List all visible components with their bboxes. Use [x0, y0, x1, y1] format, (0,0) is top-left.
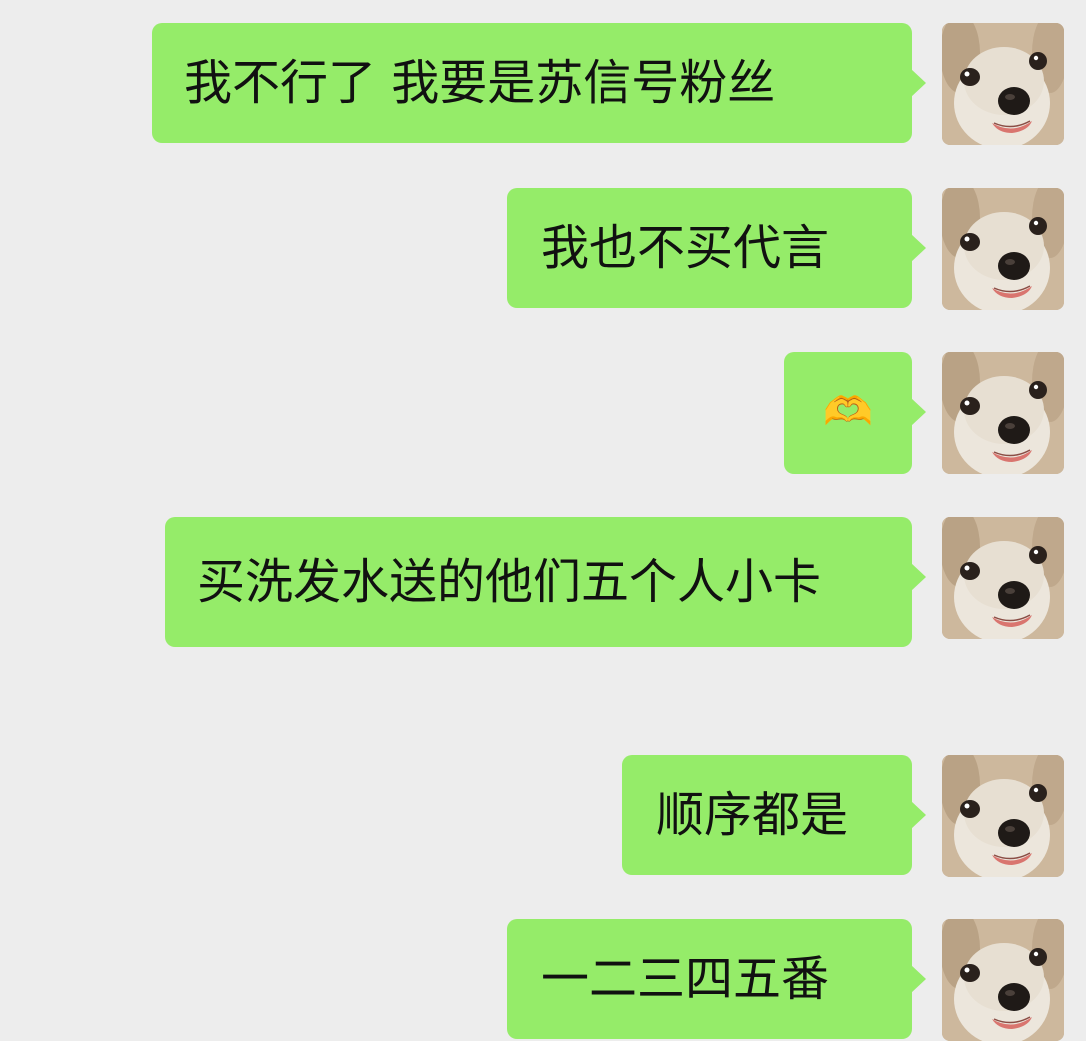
message-bubble[interactable]: 我也不买代言 — [507, 188, 926, 308]
message-text: 我不行了 我要是苏信号粉丝 — [184, 55, 776, 111]
message-bubble[interactable]: 买洗发水送的他们五个人小卡 — [165, 517, 926, 647]
chat-area[interactable]: 我不行了 我要是苏信号粉丝 我也不买代言 🫶 买洗发水送的他们五个人小卡 顺序都… — [0, 0, 1086, 1041]
dog-avatar-icon[interactable] — [942, 919, 1064, 1041]
message-bubble[interactable]: 顺序都是 — [622, 755, 926, 875]
message-row: 顺序都是 — [622, 755, 1064, 877]
message-text: 我也不买代言 — [541, 220, 830, 276]
message-bubble[interactable]: 🫶 — [784, 352, 926, 474]
message-row: 🫶 — [784, 352, 1064, 474]
dog-avatar-icon[interactable] — [942, 188, 1064, 310]
heart-hands-icon: 🫶 — [823, 389, 873, 435]
dog-avatar-icon[interactable] — [942, 23, 1064, 145]
dog-avatar-icon[interactable] — [942, 517, 1064, 639]
message-text: 买洗发水送的他们五个人小卡 — [197, 554, 822, 610]
message-row: 我不行了 我要是苏信号粉丝 — [152, 23, 1064, 145]
message-bubble[interactable]: 我不行了 我要是苏信号粉丝 — [152, 23, 926, 143]
message-row: 一二三四五番 — [507, 919, 1064, 1041]
message-row: 买洗发水送的他们五个人小卡 — [165, 517, 1064, 647]
dog-avatar-icon[interactable] — [942, 755, 1064, 877]
message-text: 顺序都是 — [656, 787, 849, 843]
dog-avatar-icon[interactable] — [942, 352, 1064, 474]
message-row: 我也不买代言 — [507, 188, 1064, 310]
message-bubble[interactable]: 一二三四五番 — [507, 919, 926, 1039]
message-text: 一二三四五番 — [541, 951, 830, 1007]
